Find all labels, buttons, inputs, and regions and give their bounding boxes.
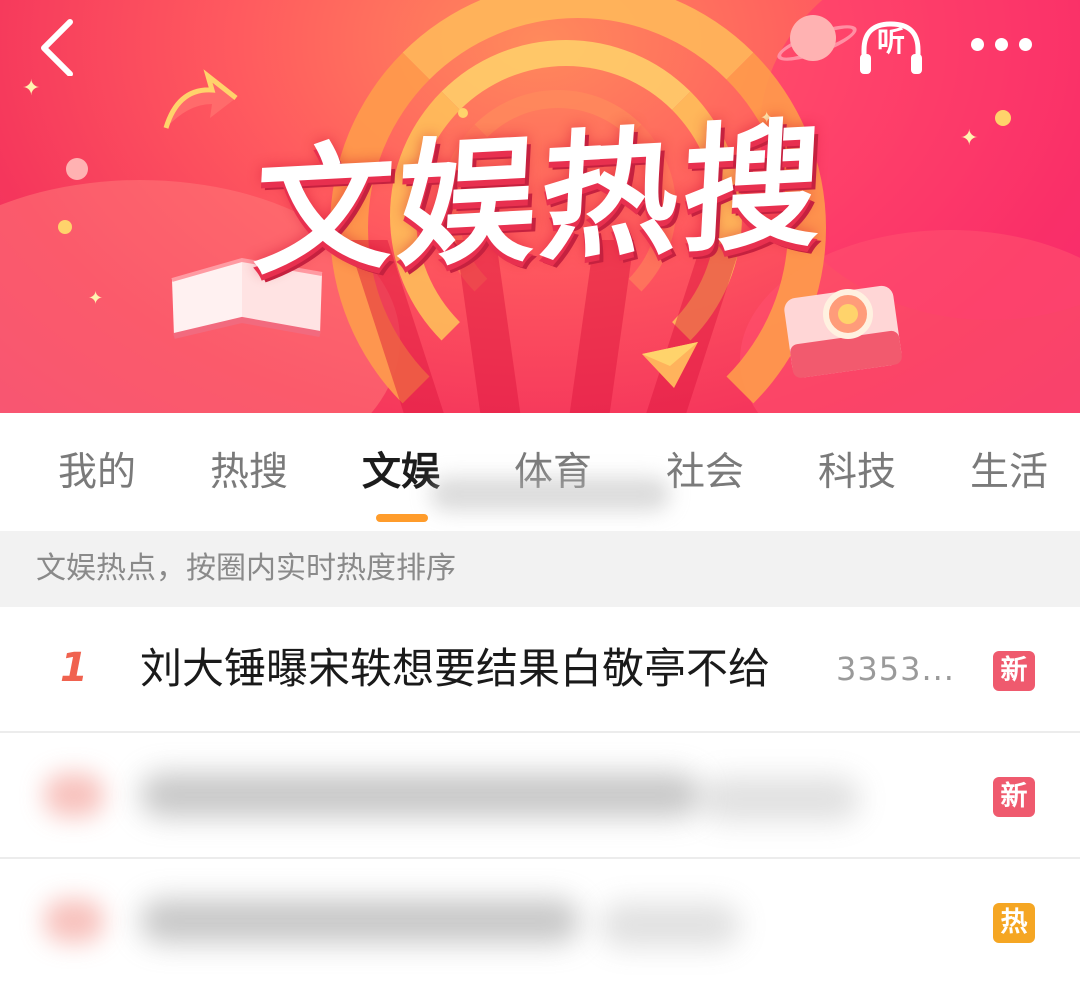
item-title-blurred: [140, 899, 580, 943]
rank-number: 3: [44, 899, 104, 943]
tab-hot-search[interactable]: 热搜: [210, 448, 288, 498]
dot: [970, 37, 984, 51]
more-dots-icon[interactable]: [962, 24, 1040, 64]
tab-life[interactable]: 生活: [970, 448, 1048, 498]
tab-society[interactable]: 社会: [666, 448, 744, 498]
hero-banner: ✦ ✦ ✦ ✦ 文娱热搜 听: [0, 0, 1080, 413]
info-bar: 文娱热点，按圈内实时热度排序: [0, 531, 1080, 607]
active-tab-indicator: [376, 514, 428, 522]
arrow-decoration-icon: [163, 69, 238, 129]
new-badge: 新: [993, 651, 1035, 691]
heat-count-blurred: [600, 903, 740, 947]
hot-list-item[interactable]: 1 刘大锤曝宋轶想要结果白敬亭不给 3353... 新: [0, 607, 1080, 733]
planet-icon: [790, 15, 836, 61]
hot-list-item[interactable]: 2 新: [0, 733, 1080, 859]
info-bar-text: 文娱热点，按圈内实时热度排序: [36, 551, 456, 586]
banner-dot: [458, 108, 468, 118]
sparkle-icon: ✦: [22, 76, 41, 101]
new-badge: 新: [993, 777, 1035, 817]
hot-badge: 热: [993, 903, 1035, 943]
camera-icon: [784, 285, 902, 378]
category-tabs: 我的 热搜 文娱 体育 社会 科技 生活: [0, 413, 1080, 531]
rank-number: 1: [60, 645, 88, 691]
watermark-blur: [430, 477, 670, 511]
item-title: 刘大锤曝宋轶想要结果白敬亭不给: [140, 644, 771, 693]
triangle-decoration-icon: [642, 342, 698, 388]
listen-label: 听: [876, 25, 905, 58]
dot: [1018, 37, 1032, 51]
item-title-blurred: [140, 773, 700, 817]
heat-count: 3353...: [836, 650, 955, 688]
rank-number: 2: [44, 773, 104, 817]
heat-count-blurred: [700, 777, 860, 821]
tab-mine[interactable]: 我的: [58, 448, 136, 498]
hot-list-item[interactable]: 3 热: [0, 859, 1080, 983]
tab-entertainment[interactable]: 文娱: [362, 448, 440, 498]
back-chevron-icon[interactable]: [30, 16, 90, 76]
dot: [994, 37, 1008, 51]
tab-tech[interactable]: 科技: [818, 448, 896, 498]
listen-button[interactable]: 听: [852, 12, 930, 76]
